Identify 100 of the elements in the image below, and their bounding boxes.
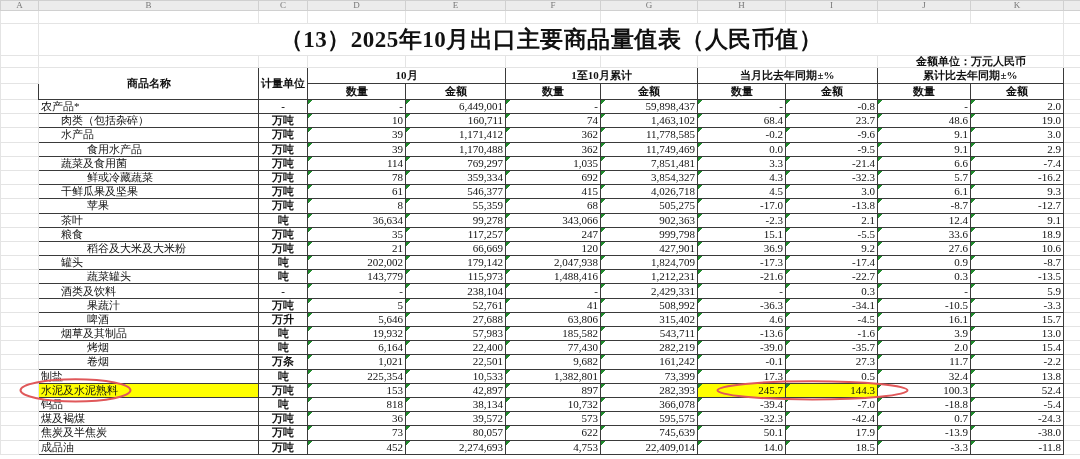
table-cell: 343,066: [505, 213, 601, 228]
table-cell: 吨: [258, 213, 308, 228]
table-cell: 120: [505, 241, 601, 256]
table-cell: 19.0: [970, 113, 1064, 128]
table-cell: 818: [307, 397, 406, 412]
table-cell: 4,753: [505, 440, 601, 455]
table-cell: -12.7: [970, 198, 1064, 213]
table-cell: 238,104: [405, 283, 506, 299]
table-cell: 153: [307, 383, 406, 398]
table-cell: 22,501: [405, 354, 506, 370]
table-cell: 1,170,488: [405, 142, 506, 157]
table-cell: 食用水产品: [38, 142, 259, 157]
table-cell: -4.5: [785, 312, 878, 327]
table-cell: 225,354: [307, 369, 406, 384]
table-cell: 315,402: [600, 312, 698, 327]
table-cell: -13.6: [697, 326, 786, 341]
table-cell: 万条: [258, 354, 308, 370]
table-cell: 3.9: [877, 326, 971, 341]
table-cell: -3.3: [970, 298, 1064, 313]
table-cell: -9.5: [785, 142, 878, 157]
table-cell: 万吨: [258, 113, 308, 128]
table-cell: 999,798: [600, 227, 698, 242]
table-cell: 362: [505, 142, 601, 157]
table-cell: 7,851,481: [600, 156, 698, 171]
table-cell: 茶叶: [38, 213, 259, 228]
table-cell: 8: [307, 198, 406, 213]
table-cell: 11,778,585: [600, 127, 698, 143]
table-cell: -0.8: [785, 99, 878, 114]
table-cell: 9.3: [970, 184, 1064, 199]
table-cell: 酒类及饮料: [38, 283, 259, 299]
table-cell: 543,711: [600, 326, 698, 341]
table-cell: 57,983: [405, 326, 506, 341]
column-header: 数量: [307, 83, 406, 100]
table-cell: 万吨: [258, 440, 308, 455]
table-cell: 19,932: [307, 326, 406, 341]
table-cell: 366,078: [600, 397, 698, 412]
table-cell: -21.6: [697, 269, 786, 284]
sheet-title: （13）2025年10月出口主要商品量值表（人民币值）: [38, 23, 1064, 56]
table-cell: 282,393: [600, 383, 698, 398]
table-cell: 5.9: [970, 283, 1064, 299]
table-cell: 5: [307, 298, 406, 313]
table-cell: 452: [307, 440, 406, 455]
table-cell: 99,278: [405, 213, 506, 228]
table-cell: 115,973: [405, 269, 506, 284]
table-cell: 36.9: [697, 241, 786, 256]
column-letter: J: [877, 0, 971, 11]
column-header: 商品名称: [38, 67, 259, 100]
table-cell: 2.0: [970, 99, 1064, 114]
table-cell: 36,634: [307, 213, 406, 228]
table-cell: 38,134: [405, 397, 506, 412]
table-cell: 万吨: [258, 142, 308, 157]
table-cell: 50.1: [697, 425, 786, 440]
table-cell: 稻谷及大米及大米粉: [38, 241, 259, 256]
table-cell: 73,399: [600, 369, 698, 384]
table-cell: -2.3: [697, 213, 786, 228]
table-cell: 78: [307, 170, 406, 185]
table-cell: 42,897: [405, 383, 506, 398]
table-cell: 0.7: [877, 411, 971, 426]
table-cell: 6,449,001: [405, 99, 506, 114]
table-cell: -13.5: [970, 269, 1064, 284]
table-cell: 415: [505, 184, 601, 199]
table-cell: 吨: [258, 269, 308, 284]
table-cell: 4.3: [697, 170, 786, 185]
table-cell: 0.3: [785, 283, 878, 299]
table-cell: 9,682: [505, 354, 601, 370]
table-cell: 39: [307, 127, 406, 143]
table-cell: -18.8: [877, 397, 971, 412]
table-cell: 74: [505, 113, 601, 128]
table-cell: 万吨: [258, 170, 308, 185]
table-cell: 63,806: [505, 312, 601, 327]
column-letter: C: [258, 0, 308, 11]
table-cell: 769,297: [405, 156, 506, 171]
table-cell: -17.0: [697, 198, 786, 213]
table-cell: 2.1: [785, 213, 878, 228]
table-cell: -9.6: [785, 127, 878, 143]
table-cell: 508,992: [600, 298, 698, 313]
column-header: 1至10月累计: [505, 67, 698, 84]
table-cell: 17.9: [785, 425, 878, 440]
table-cell: 117,257: [405, 227, 506, 242]
table-cell: 6,164: [307, 340, 406, 355]
table-cell: -8.7: [877, 198, 971, 213]
table-cell: -38.0: [970, 425, 1064, 440]
table-cell: 77,430: [505, 340, 601, 355]
table-cell: -24.3: [970, 411, 1064, 426]
table-cell: 吨: [258, 326, 308, 341]
table-cell: 2.9: [970, 142, 1064, 157]
table-cell: 万升: [258, 312, 308, 327]
table-cell: 10,732: [505, 397, 601, 412]
table-cell: 卷烟: [38, 354, 259, 370]
table-cell: -11.8: [970, 440, 1064, 455]
table-cell: 万吨: [258, 184, 308, 199]
table-cell: -39.0: [697, 340, 786, 355]
column-header: 计量单位: [258, 67, 308, 100]
table-cell: 11,749,469: [600, 142, 698, 157]
column-letter: H: [697, 0, 786, 11]
table-cell: 9.1: [970, 213, 1064, 228]
table-cell: -21.4: [785, 156, 878, 171]
table-cell: 27,688: [405, 312, 506, 327]
table-cell: 55,359: [405, 198, 506, 213]
table-cell: 546,377: [405, 184, 506, 199]
